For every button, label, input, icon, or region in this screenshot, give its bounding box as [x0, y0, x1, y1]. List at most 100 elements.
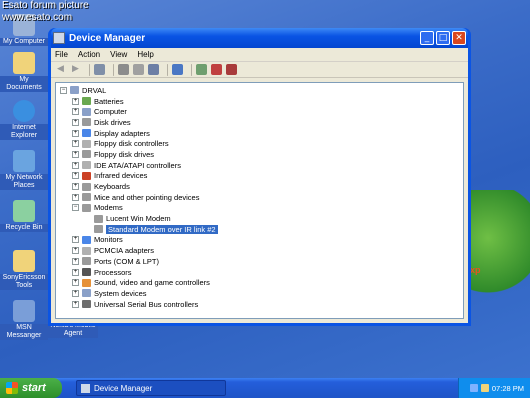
desktop-icon-sonyericsson-tools[interactable]: SonyEricsson Tools: [0, 250, 48, 290]
tree-device-label: Lucent Win Modem: [106, 214, 171, 224]
taskbar-button-device-manager[interactable]: Device Manager: [76, 380, 226, 396]
expand-icon[interactable]: +: [72, 97, 79, 105]
tree-category-label: System devices: [94, 288, 147, 298]
expand-icon[interactable]: +: [72, 140, 79, 148]
computer-icon: [70, 86, 79, 95]
expand-icon[interactable]: +: [72, 268, 79, 276]
collapse-icon[interactable]: −: [60, 86, 67, 94]
tree-category[interactable]: + Batteries: [60, 96, 463, 107]
disable-icon[interactable]: [226, 64, 237, 75]
tree-device[interactable]: Standard Modem over IR link #2: [60, 224, 463, 235]
maximize-button[interactable]: □: [436, 31, 450, 45]
tree-category[interactable]: + PCMCIA adapters: [60, 245, 463, 256]
expand-icon[interactable]: +: [72, 172, 79, 180]
watermark: Esato forum picture www.esato.com: [2, 0, 89, 24]
up-level-icon[interactable]: [94, 64, 105, 75]
desktop-icon-recycle-bin[interactable]: Recycle Bin: [0, 200, 48, 232]
desktop-icon-label: My Computer: [0, 38, 48, 46]
desktop-icon-my-documents[interactable]: My Documents: [0, 52, 48, 92]
desktop-icon-internet-explorer[interactable]: Internet Explorer: [0, 100, 48, 140]
tree-category[interactable]: + Floppy disk drives: [60, 149, 463, 160]
xp-logo: xp: [470, 265, 481, 275]
expand-icon[interactable]: +: [72, 161, 79, 169]
device-category-icon: [82, 246, 91, 255]
tree-category[interactable]: + Processors: [60, 267, 463, 278]
expand-icon[interactable]: +: [72, 118, 79, 126]
network-tray-icon[interactable]: [469, 384, 478, 392]
tree-category[interactable]: + Sound, video and game controllers: [60, 277, 463, 288]
forward-arrow-icon[interactable]: ▶: [70, 64, 81, 75]
expand-icon[interactable]: +: [72, 108, 79, 116]
scan-hardware-icon[interactable]: [172, 64, 183, 75]
desktop-icon-label: My Network Places: [0, 174, 48, 190]
system-tray: 07:28 PM: [458, 378, 530, 398]
tree-category[interactable]: + Infrared devices: [60, 171, 463, 182]
properties-icon[interactable]: [118, 64, 129, 75]
device-category-icon: [82, 300, 91, 309]
device-tree[interactable]: − DRVAL + Batteries + Computer + Disk drives +…: [55, 82, 464, 319]
tree-category[interactable]: + Ports (COM & LPT): [60, 256, 463, 267]
device-manager-window: Device Manager _ □ ✕ File Action View He…: [48, 28, 471, 326]
close-button[interactable]: ✕: [452, 31, 466, 45]
collapse-icon[interactable]: −: [72, 204, 79, 212]
expand-icon[interactable]: +: [72, 193, 79, 201]
uninstall-icon[interactable]: [211, 64, 222, 75]
desktop-icon-msn-messenger[interactable]: MSN Messanger: [0, 300, 48, 340]
modem-icon: [94, 214, 103, 223]
expand-icon[interactable]: +: [72, 183, 79, 191]
tree-category[interactable]: + Disk drives: [60, 117, 463, 128]
tree-category[interactable]: + Monitors: [60, 235, 463, 246]
tree-category[interactable]: + Floppy disk controllers: [60, 138, 463, 149]
desktop-icon-label: Recycle Bin: [0, 224, 48, 232]
watermark-line-1: Esato forum picture: [2, 0, 89, 11]
menu-file[interactable]: File: [55, 50, 68, 59]
menu-action[interactable]: Action: [78, 50, 100, 59]
expand-icon[interactable]: +: [72, 289, 79, 297]
tree-category-label: Monitors: [94, 235, 123, 245]
device-category-icon: [82, 278, 91, 287]
tree-category-label: PCMCIA adapters: [94, 246, 155, 256]
tree-category[interactable]: + IDE ATA/ATAPI controllers: [60, 160, 463, 171]
expand-icon[interactable]: +: [72, 150, 79, 158]
title-bar[interactable]: Device Manager _ □ ✕: [51, 28, 468, 48]
start-button[interactable]: start: [0, 378, 62, 398]
expand-icon[interactable]: +: [72, 257, 79, 265]
toolbar-separator: [167, 63, 168, 76]
tree-category[interactable]: + Mice and other pointing devices: [60, 192, 463, 203]
menu-view[interactable]: View: [110, 50, 127, 59]
back-arrow-icon[interactable]: ◀: [55, 64, 66, 75]
toolbar-separator: [89, 63, 90, 76]
tree-category[interactable]: + Computer: [60, 106, 463, 117]
toolbar: ◀ ▶: [51, 62, 468, 78]
volume-tray-icon[interactable]: [480, 384, 489, 392]
tree-category[interactable]: + System devices: [60, 288, 463, 299]
desktop-icon-label: Agent: [48, 330, 98, 338]
device-category-icon: [82, 203, 91, 212]
device-category-icon: [82, 171, 91, 180]
update-driver-icon[interactable]: [196, 64, 207, 75]
tree-category[interactable]: + Display adapters: [60, 128, 463, 139]
tree-category[interactable]: + Keyboards: [60, 181, 463, 192]
expand-icon[interactable]: +: [72, 300, 79, 308]
internet-explorer-icon: [13, 100, 35, 122]
expand-icon[interactable]: +: [72, 129, 79, 137]
tree-category-label: Sound, video and game controllers: [94, 278, 210, 288]
network-icon: [13, 150, 35, 172]
tree-root[interactable]: − DRVAL: [60, 85, 463, 96]
device-category-icon: [82, 193, 91, 202]
tree-category[interactable]: + Universal Serial Bus controllers: [60, 299, 463, 310]
start-label: start: [22, 382, 46, 394]
tree-category[interactable]: − Modems: [60, 203, 463, 214]
help-icon[interactable]: [148, 64, 159, 75]
desktop-icon-my-network-places[interactable]: My Network Places: [0, 150, 48, 190]
menu-help[interactable]: Help: [137, 50, 153, 59]
print-icon[interactable]: [133, 64, 144, 75]
minimize-button[interactable]: _: [420, 31, 434, 45]
tree-category-label: Floppy disk drives: [94, 149, 155, 159]
tree-device[interactable]: Lucent Win Modem: [60, 213, 463, 224]
expand-icon[interactable]: +: [72, 247, 79, 255]
device-category-icon: [82, 118, 91, 127]
expand-icon[interactable]: +: [72, 236, 79, 244]
desktop-icon-label: SonyEricsson Tools: [0, 274, 48, 290]
expand-icon[interactable]: +: [72, 279, 79, 287]
